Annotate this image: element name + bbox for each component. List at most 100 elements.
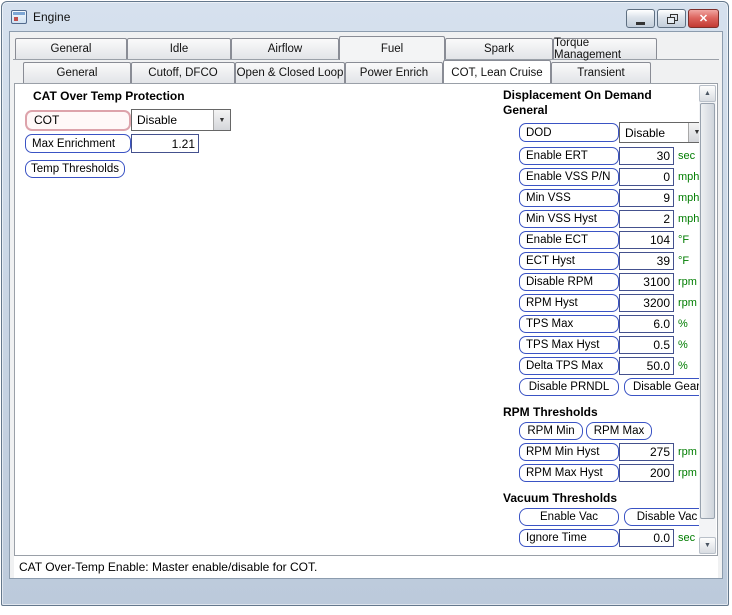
close-icon: ✕ bbox=[698, 13, 709, 25]
minimize-button[interactable] bbox=[626, 9, 655, 28]
subtab-power-enrich[interactable]: Power Enrich bbox=[345, 62, 443, 83]
tab-fuel[interactable]: Fuel bbox=[339, 36, 445, 60]
tps-max-hyst-label[interactable]: TPS Max Hyst bbox=[519, 336, 619, 354]
field-row-ignore-time: Ignore Time 0.0 sec bbox=[519, 529, 715, 547]
rpm-max-hyst-label[interactable]: RPM Max Hyst bbox=[519, 464, 619, 482]
dod-row: DOD Disable ▼ bbox=[519, 122, 715, 143]
field-row-rpm-max-hyst: RPM Max Hyst 200 rpm bbox=[519, 464, 715, 482]
dod-general-subheading: General bbox=[503, 103, 548, 117]
cot-param-label[interactable]: COT bbox=[25, 109, 131, 131]
vacuum-buttons-row: Enable Vac Disable Vac bbox=[519, 508, 715, 526]
field-row-min-vss-hyst: Min VSS Hyst 2 mph bbox=[519, 210, 715, 228]
tab-general[interactable]: General bbox=[15, 38, 127, 59]
rpm-min-button[interactable]: RPM Min bbox=[519, 422, 583, 440]
titlebar[interactable]: Engine ✕ bbox=[2, 2, 728, 31]
min-vss-hyst-label[interactable]: Min VSS Hyst bbox=[519, 210, 619, 228]
content-pane: CAT Over Temp Protection COT Disable ▼ M… bbox=[14, 83, 718, 556]
subtab-general[interactable]: General bbox=[23, 62, 131, 83]
scroll-up-button[interactable]: ▲ bbox=[699, 85, 716, 102]
tab-row-main: General Idle Airflow Fuel Spark Torque M… bbox=[15, 36, 657, 61]
dod-dropdown-value: Disable bbox=[625, 125, 666, 140]
rpm-min-hyst-unit: rpm bbox=[678, 446, 697, 458]
disable-prndl-button[interactable]: Disable PRNDL bbox=[519, 378, 619, 396]
tps-max-hyst-unit: % bbox=[678, 339, 688, 351]
disable-rpm-value[interactable]: 3100 bbox=[619, 273, 674, 291]
status-text: CAT Over-Temp Enable: Master enable/disa… bbox=[19, 560, 318, 574]
enable-vss-pn-label[interactable]: Enable VSS P/N bbox=[519, 168, 619, 186]
tps-max-label[interactable]: TPS Max bbox=[519, 315, 619, 333]
rpm-hyst-unit: rpm bbox=[678, 297, 697, 309]
minimize-icon bbox=[636, 21, 645, 25]
subtab-cutoff-dfco[interactable]: Cutoff, DFCO bbox=[131, 62, 235, 83]
field-row-enable-ert: Enable ERT 30 sec bbox=[519, 147, 715, 165]
disable-gear-button[interactable]: Disable Gear bbox=[624, 378, 709, 396]
close-button[interactable]: ✕ bbox=[688, 9, 719, 28]
rpm-hyst-label[interactable]: RPM Hyst bbox=[519, 294, 619, 312]
scroll-down-button[interactable]: ▼ bbox=[699, 537, 716, 554]
scrollbar-thumb[interactable] bbox=[700, 103, 715, 519]
tab-spark[interactable]: Spark bbox=[445, 38, 553, 59]
subtab-transient[interactable]: Transient bbox=[551, 62, 651, 83]
field-row-rpm-min-hyst: RPM Min Hyst 275 rpm bbox=[519, 443, 715, 461]
enable-vss-pn-value[interactable]: 0 bbox=[619, 168, 674, 186]
rpm-buttons-row: RPM Min RPM Max bbox=[519, 422, 715, 440]
subtab-open-closed-loop[interactable]: Open & Closed Loop bbox=[235, 62, 345, 83]
restore-button[interactable] bbox=[657, 9, 686, 28]
ect-hyst-value[interactable]: 39 bbox=[619, 252, 674, 270]
disable-rpm-label[interactable]: Disable RPM bbox=[519, 273, 619, 291]
tab-row-fuel: General Cutoff, DFCO Open & Closed Loop … bbox=[23, 60, 651, 84]
rpm-max-hyst-value[interactable]: 200 bbox=[619, 464, 674, 482]
window-title: Engine bbox=[33, 9, 71, 24]
enable-vac-button[interactable]: Enable Vac bbox=[519, 508, 619, 526]
rpm-hyst-value[interactable]: 3200 bbox=[619, 294, 674, 312]
restore-icon bbox=[666, 14, 678, 24]
tab-idle[interactable]: Idle bbox=[127, 38, 231, 59]
enable-ect-label[interactable]: Enable ECT bbox=[519, 231, 619, 249]
max-enrichment-label[interactable]: Max Enrichment bbox=[25, 134, 131, 153]
temp-thresholds-button[interactable]: Temp Thresholds bbox=[25, 160, 125, 178]
delta-tps-max-unit: % bbox=[678, 360, 688, 372]
delta-tps-max-value[interactable]: 50.0 bbox=[619, 357, 674, 375]
tps-max-hyst-value[interactable]: 0.5 bbox=[619, 336, 674, 354]
tps-max-value[interactable]: 6.0 bbox=[619, 315, 674, 333]
max-enrichment-row: Max Enrichment 1.21 bbox=[25, 134, 325, 153]
min-vss-hyst-value[interactable]: 2 bbox=[619, 210, 674, 228]
delta-tps-max-label[interactable]: Delta TPS Max bbox=[519, 357, 619, 375]
dod-buttons-row: Disable PRNDL Disable Gear bbox=[519, 378, 715, 396]
scroll-up-icon: ▲ bbox=[704, 90, 711, 97]
field-row-enable-ect: Enable ECT 104 °F bbox=[519, 231, 715, 249]
enable-ert-unit: sec bbox=[678, 150, 696, 162]
cot-dropdown-arrow-icon[interactable]: ▼ bbox=[213, 110, 230, 130]
enable-ect-value[interactable]: 104 bbox=[619, 231, 674, 249]
field-row-rpm-hyst: RPM Hyst 3200 rpm bbox=[519, 294, 715, 312]
rpm-min-hyst-value[interactable]: 275 bbox=[619, 443, 674, 461]
min-vss-label[interactable]: Min VSS bbox=[519, 189, 619, 207]
field-row-tps-max: TPS Max 6.0 % bbox=[519, 315, 715, 333]
max-enrichment-value[interactable]: 1.21 bbox=[131, 134, 199, 153]
field-row-enable-vss-pn: Enable VSS P/N 0 mph bbox=[519, 168, 715, 186]
tab-torque-management[interactable]: Torque Management bbox=[553, 37, 657, 61]
dod-dropdown[interactable]: Disable ▼ bbox=[619, 122, 706, 143]
vertical-scrollbar[interactable]: ▲ ▼ bbox=[699, 85, 716, 554]
rpm-max-button[interactable]: RPM Max bbox=[586, 422, 652, 440]
min-vss-unit: mph bbox=[678, 192, 700, 204]
ect-hyst-label[interactable]: ECT Hyst bbox=[519, 252, 619, 270]
dod-param-label[interactable]: DOD bbox=[519, 123, 619, 142]
enable-ect-unit: °F bbox=[678, 234, 690, 246]
cot-dropdown[interactable]: Disable ▼ bbox=[131, 109, 231, 131]
subtab-cot-lean-cruise[interactable]: COT, Lean Cruise bbox=[443, 60, 551, 84]
cot-dropdown-value: Disable bbox=[137, 113, 178, 127]
tab-airflow[interactable]: Airflow bbox=[231, 38, 339, 59]
cot-row: COT Disable ▼ bbox=[25, 109, 325, 131]
enable-ert-label[interactable]: Enable ERT bbox=[519, 147, 619, 165]
rpm-min-hyst-label[interactable]: RPM Min Hyst bbox=[519, 443, 619, 461]
ignore-time-label[interactable]: Ignore Time bbox=[519, 529, 619, 547]
tps-max-unit: % bbox=[678, 318, 688, 330]
dod-heading: Displacement On Demand bbox=[503, 88, 652, 102]
enable-ert-value[interactable]: 30 bbox=[619, 147, 674, 165]
disable-vac-button[interactable]: Disable Vac bbox=[624, 508, 710, 526]
ignore-time-value[interactable]: 0.0 bbox=[619, 529, 674, 547]
field-row-min-vss: Min VSS 9 mph bbox=[519, 189, 715, 207]
min-vss-value[interactable]: 9 bbox=[619, 189, 674, 207]
min-vss-hyst-unit: mph bbox=[678, 213, 700, 225]
